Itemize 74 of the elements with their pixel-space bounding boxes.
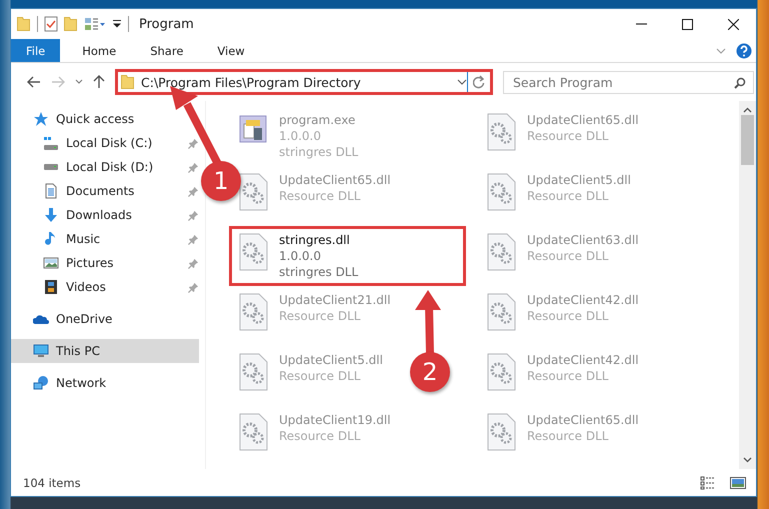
file-detail: Resource DLL <box>527 428 610 444</box>
window-title: Program <box>139 16 194 32</box>
sidebar-item[interactable]: Network <box>11 371 112 395</box>
view-icon <box>84 17 106 31</box>
search-field[interactable]: Search Program <box>503 70 754 94</box>
properties-icon <box>44 16 58 32</box>
maximize-icon <box>682 18 692 30</box>
drive-icon <box>43 136 59 150</box>
network-icon <box>33 375 49 391</box>
file-detail: stringres DLL <box>279 144 358 160</box>
sidebar-item[interactable]: This PC <box>11 339 199 363</box>
arrow <box>413 289 443 355</box>
download-icon <box>43 207 59 223</box>
pin-icon[interactable] <box>188 282 199 292</box>
pin-icon[interactable] <box>188 234 199 244</box>
picture-icon <box>43 255 59 271</box>
sidebar-item[interactable]: Videos <box>11 275 112 299</box>
help-icon <box>736 42 752 58</box>
star-icon <box>33 111 49 127</box>
ribbon-tab[interactable]: View <box>203 39 259 62</box>
file-detail: Resource DLL <box>279 428 362 444</box>
pin-icon[interactable] <box>188 138 199 148</box>
arrow-up-icon <box>93 75 105 89</box>
sidebar-item[interactable]: Music <box>11 227 106 251</box>
arrow-right-icon <box>51 76 65 88</box>
sidebar-item[interactable]: Documents <box>11 179 140 203</box>
sidebar-item[interactable]: Local Disk (C:) <box>11 131 158 155</box>
file-detail: Resource DLL <box>527 188 610 204</box>
file-detail: Resource DLL <box>527 128 610 144</box>
pin-icon[interactable] <box>188 162 199 172</box>
ribbon-tab[interactable]: Home <box>68 39 130 62</box>
scroll-thumb[interactable] <box>741 115 754 165</box>
scroll-down-icon <box>743 457 752 463</box>
scrollbar[interactable] <box>739 101 756 469</box>
file-detail: Resource DLL <box>279 188 362 204</box>
details-view-icon <box>700 476 716 490</box>
monitor-icon <box>33 343 49 359</box>
chevron-down-icon <box>457 79 467 85</box>
drive-icon <box>43 164 59 170</box>
file-detail: Resource DLL <box>279 308 362 324</box>
folder-icon <box>64 17 78 31</box>
large-icons-view-icon <box>730 476 746 488</box>
close-icon <box>728 18 738 30</box>
file-detail: Resource DLL <box>527 368 610 384</box>
sidebar-item[interactable]: Pictures <box>11 251 120 275</box>
file-detail: Resource DLL <box>527 248 610 264</box>
file-detail: stringres DLL <box>279 264 358 280</box>
file-detail: Resource DLL <box>527 308 610 324</box>
pin-icon[interactable] <box>188 258 199 268</box>
film-icon <box>43 279 59 295</box>
document-icon <box>43 183 59 199</box>
file-name[interactable]: stringres.dll <box>279 232 358 248</box>
file-detail: 1.0.0.0 <box>279 248 322 264</box>
folder-icon <box>17 17 31 31</box>
arrow-left-icon <box>27 76 41 88</box>
sidebar-item[interactable]: Downloads <box>11 203 138 227</box>
sidebar-item[interactable]: Quick access <box>11 107 140 131</box>
folder-icon <box>121 75 135 89</box>
search-icon <box>734 76 746 88</box>
minimize-icon <box>636 23 646 25</box>
refresh-icon <box>473 75 485 89</box>
file-detail: 1.0.0.0 <box>279 128 322 144</box>
sidebar-item[interactable]: OneDrive <box>11 307 118 331</box>
scroll-up-icon <box>743 107 752 113</box>
ribbon-tab[interactable]: File <box>11 39 60 62</box>
item-count: 104 items <box>23 476 81 490</box>
file-detail: Resource DLL <box>279 368 362 384</box>
chevron-down-icon <box>75 79 83 85</box>
ribbon-tab[interactable]: Share <box>136 39 198 62</box>
chevron-down-icon <box>716 48 726 54</box>
pin-icon[interactable] <box>188 186 199 196</box>
pin-icon[interactable] <box>188 210 199 220</box>
dropdown-icon <box>112 20 122 28</box>
sidebar-item[interactable]: Local Disk (D:) <box>11 155 160 179</box>
